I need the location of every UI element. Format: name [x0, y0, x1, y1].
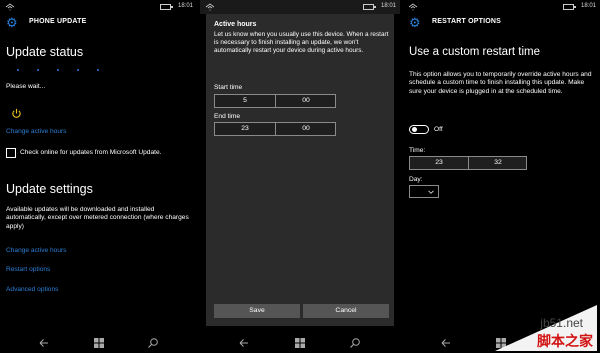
navigation-bar	[200, 333, 400, 353]
clock-text: 18:01	[380, 3, 396, 9]
save-button[interactable]: Save	[214, 304, 300, 318]
signal-icon	[205, 3, 215, 11]
signal-icon	[5, 3, 15, 11]
settings-description: Available updates will be downloaded and…	[6, 206, 189, 230]
day-label: Day:	[409, 176, 423, 183]
chevron-down-icon	[428, 190, 434, 194]
watermark-site: jb51.net	[539, 316, 583, 330]
battery-icon	[363, 4, 376, 10]
change-active-hours-settings-link[interactable]: Change active hours	[6, 247, 66, 254]
status-bar: 18:01	[0, 0, 197, 14]
page-header: ⚙ RESTART OPTIONS	[403, 14, 600, 32]
change-active-hours-link[interactable]: Change active hours	[6, 128, 66, 135]
end-time-picker[interactable]: 23 00	[214, 122, 336, 136]
update-settings-heading: Update settings	[6, 182, 93, 196]
back-icon[interactable]	[38, 337, 50, 349]
back-icon[interactable]	[238, 337, 250, 349]
status-bar: 18:01	[200, 0, 400, 14]
signal-icon	[408, 3, 418, 11]
status-bar: 18:01	[403, 0, 600, 14]
start-hour[interactable]: 5	[215, 95, 275, 107]
watermark-brand: 脚本之家	[537, 333, 594, 350]
advanced-options-link[interactable]: Advanced options	[6, 286, 58, 293]
page-title: RESTART OPTIONS	[432, 18, 501, 25]
navigation-bar	[0, 333, 197, 353]
gear-icon: ⚙	[409, 15, 421, 30]
progress-dots	[17, 69, 107, 72]
custom-restart-heading: Use a custom restart time	[409, 46, 541, 58]
search-icon[interactable]	[147, 337, 159, 349]
start-minute[interactable]: 00	[276, 95, 336, 107]
page-title: PHONE UPDATE	[29, 18, 87, 25]
custom-restart-toggle[interactable]	[409, 125, 429, 134]
cancel-button[interactable]: Cancel	[303, 304, 389, 318]
power-icon	[12, 108, 21, 118]
dialog-description: Let us know when you usually use this de…	[214, 31, 389, 55]
back-icon[interactable]	[440, 337, 452, 349]
end-time-label: End time	[214, 113, 241, 120]
dialog-title: Active hours	[214, 21, 257, 28]
please-wait-text: Please wait...	[6, 83, 46, 90]
end-hour[interactable]: 23	[215, 123, 275, 135]
restart-options-link[interactable]: Restart options	[6, 266, 50, 273]
restart-options-screen: 18:01 ⚙ RESTART OPTIONS Use a custom res…	[403, 0, 600, 353]
restart-hour[interactable]: 23	[410, 157, 468, 169]
start-time-label: Start time	[214, 84, 243, 91]
search-icon[interactable]	[349, 337, 361, 349]
jb51-watermark: jb51.net 脚本之家	[495, 305, 597, 351]
check-online-label: Check online for updates from Microsoft …	[20, 149, 162, 156]
battery-icon	[160, 4, 173, 10]
gear-icon: ⚙	[6, 15, 18, 30]
restart-minute[interactable]: 32	[469, 157, 527, 169]
end-minute[interactable]: 00	[276, 123, 336, 135]
day-dropdown[interactable]	[409, 185, 439, 198]
windows-start-icon[interactable]	[93, 337, 105, 349]
toggle-state-label: Off	[434, 126, 443, 133]
time-label: Time:	[409, 147, 426, 154]
active-hours-screen: 18:01 Active hours Let us know when you …	[200, 0, 400, 353]
restart-description: This option allows you to temporarily ov…	[409, 71, 592, 95]
restart-time-picker[interactable]: 23 32	[409, 156, 527, 170]
check-online-checkbox[interactable]	[6, 148, 16, 158]
active-hours-dialog: Active hours Let us know when you usuall…	[206, 14, 394, 326]
page-header: ⚙ PHONE UPDATE	[0, 14, 197, 32]
clock-text: 18:01	[580, 3, 596, 9]
clock-text: 18:01	[177, 3, 193, 9]
phone-update-screen: 18:01 ⚙ PHONE UPDATE Update status Pleas…	[0, 0, 197, 353]
update-status-heading: Update status	[6, 45, 84, 59]
start-time-picker[interactable]: 5 00	[214, 94, 336, 108]
windows-start-icon[interactable]	[294, 337, 306, 349]
battery-icon	[563, 4, 576, 10]
